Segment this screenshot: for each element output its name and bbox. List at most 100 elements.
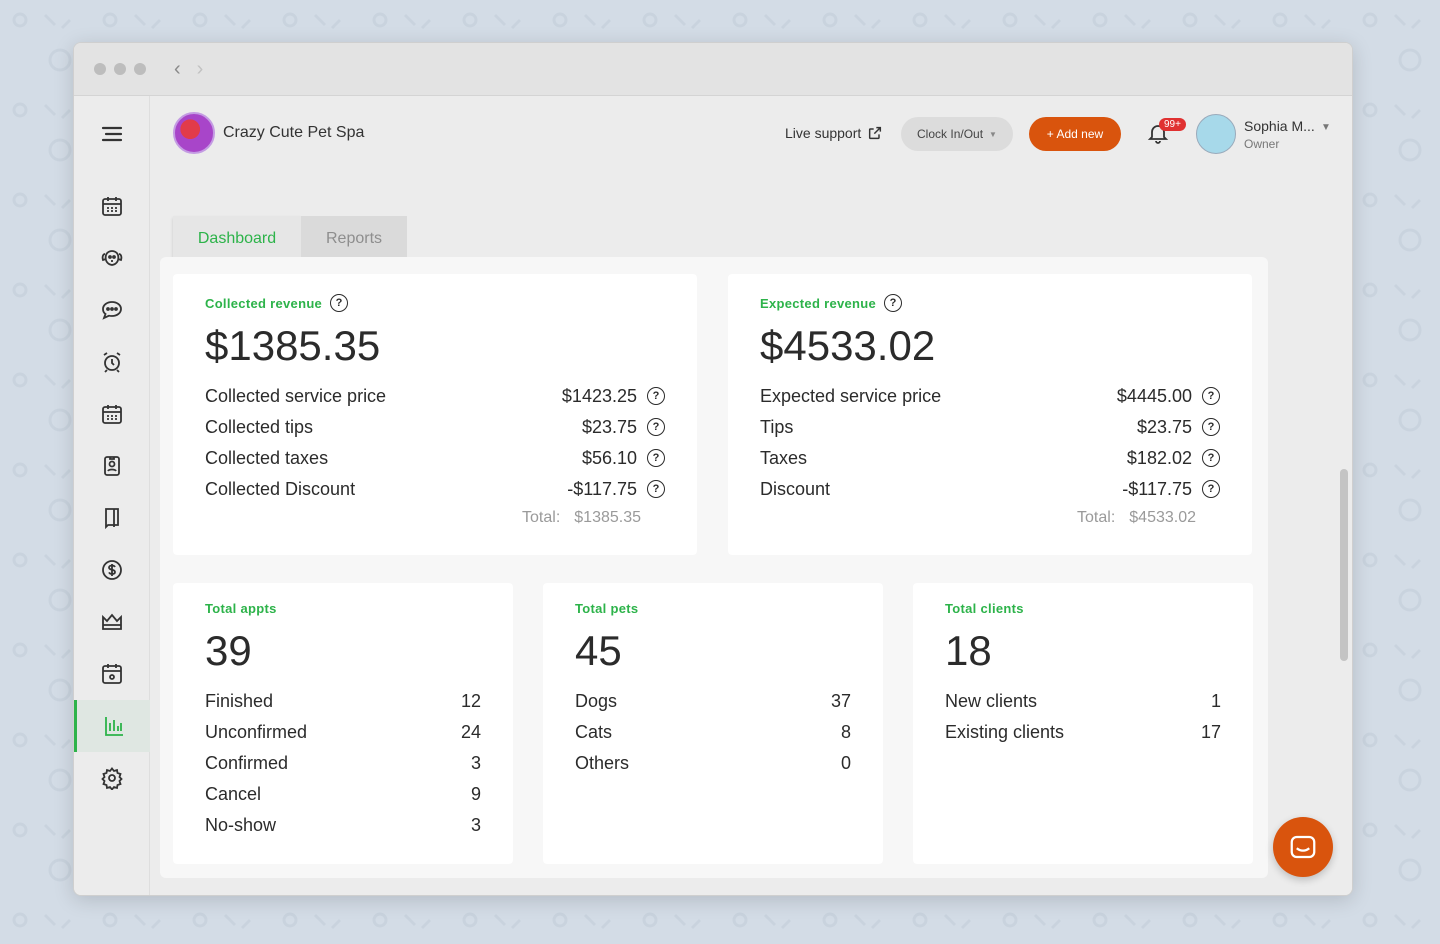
dog-icon[interactable]	[74, 232, 150, 284]
external-link-icon	[869, 126, 882, 140]
calendar-icon[interactable]	[74, 180, 150, 232]
help-icon[interactable]: ?	[1202, 387, 1220, 405]
list-item: Collected Discount -$117.75?	[205, 477, 665, 501]
chat-icon[interactable]	[74, 284, 150, 336]
list-item: Expected service price $4445.00?	[760, 384, 1220, 408]
help-icon[interactable]: ?	[647, 449, 665, 467]
list-item: Discount -$117.75?	[760, 477, 1220, 501]
gear-icon[interactable]	[74, 752, 150, 804]
row-value: $4445.00	[1116, 385, 1192, 406]
contact-card-icon[interactable]	[74, 440, 150, 492]
row-label: Collected taxes	[205, 447, 329, 468]
avatar[interactable]	[1196, 114, 1236, 154]
dollar-icon[interactable]	[74, 544, 150, 596]
row-label: Cats	[575, 721, 613, 742]
row-value: $1423.25	[561, 385, 637, 406]
row-value: -$117.75	[1122, 478, 1192, 499]
user-menu-caret-icon[interactable]: ▼	[1321, 122, 1331, 133]
list-item: Unconfirmed 24	[205, 720, 481, 744]
help-icon[interactable]: ?	[647, 418, 665, 436]
list-item: Collected taxes $56.10?	[205, 446, 665, 470]
card-title: Collected revenue ?	[205, 294, 349, 312]
total-pets-count: 45	[575, 627, 622, 674]
help-icon[interactable]: ?	[330, 294, 349, 312]
help-icon[interactable]: ?	[884, 294, 903, 312]
help-icon[interactable]: ?	[1202, 480, 1220, 498]
back-arrow-icon[interactable]: ‹	[174, 58, 181, 80]
help-icon[interactable]: ?	[1202, 449, 1220, 467]
total-appts-count: 39	[205, 627, 252, 674]
crown-icon[interactable]	[74, 596, 150, 648]
tab-dashboard[interactable]: Dashboard	[173, 216, 301, 262]
calendar-star-icon[interactable]	[74, 648, 150, 700]
help-icon[interactable]: ?	[647, 387, 665, 405]
help-icon[interactable]: ?	[647, 480, 665, 498]
menu-icon[interactable]	[74, 108, 150, 160]
support-chat-button[interactable]	[1273, 817, 1333, 877]
list-item: Existing clients 17	[945, 720, 1221, 744]
tab-reports[interactable]: Reports	[301, 216, 407, 262]
nav-arrows: ‹ ›	[174, 58, 203, 80]
clock-in-out-label: Clock In/Out	[917, 127, 984, 141]
row-label: No-show	[205, 814, 277, 835]
list-item: Others 0	[575, 751, 851, 775]
row-value: 8	[840, 721, 851, 742]
row-label: Finished	[205, 690, 274, 711]
row-value: $182.02	[1126, 447, 1192, 468]
row-label: Others	[575, 752, 630, 773]
row-value: 3	[470, 752, 481, 773]
alarm-clock-icon[interactable]	[74, 336, 150, 388]
chat-bubble-icon	[1290, 835, 1316, 859]
collected-total: Total: $1385.35	[522, 509, 641, 527]
row-label: Collected tips	[205, 416, 314, 437]
expected-revenue-amount: $4533.02	[760, 322, 936, 369]
row-label: Existing clients	[945, 721, 1065, 742]
total-appts-title: Total appts	[205, 601, 277, 616]
clock-in-out-button[interactable]: Clock In/Out ▼	[901, 117, 1013, 151]
close-window-button[interactable]	[94, 63, 106, 75]
chart-icon[interactable]	[74, 700, 150, 752]
list-item: Confirmed 3	[205, 751, 481, 775]
expected-revenue-card: Expected revenue ? $4533.02 Expected ser…	[728, 274, 1252, 555]
total-clients-count: 18	[945, 627, 992, 674]
business-name: Crazy Cute Pet Spa	[223, 124, 365, 141]
total-pets-title: Total pets	[575, 601, 639, 616]
row-value: $56.10	[581, 447, 637, 468]
row-value: 12	[460, 690, 481, 711]
row-value: 9	[470, 783, 481, 804]
live-support-link[interactable]: Live support	[785, 125, 883, 141]
list-item: Taxes $182.02?	[760, 446, 1220, 470]
live-support-label: Live support	[785, 125, 862, 141]
row-value: 0	[840, 752, 851, 773]
help-icon[interactable]: ?	[1202, 418, 1220, 436]
row-label: Cancel	[205, 783, 262, 804]
row-label: Tips	[760, 416, 794, 437]
collected-revenue-card: Collected revenue ? $1385.35 Collected s…	[173, 274, 697, 555]
user-name[interactable]: Sophia M...	[1244, 118, 1315, 134]
row-label: Confirmed	[205, 752, 289, 773]
total-clients-title: Total clients	[945, 601, 1024, 616]
list-item: New clients 1	[945, 689, 1221, 713]
booklet-icon[interactable]	[74, 492, 150, 544]
row-label: Collected service price	[205, 385, 387, 406]
collected-revenue-amount: $1385.35	[205, 322, 381, 369]
row-label: New clients	[945, 690, 1038, 711]
row-label: Unconfirmed	[205, 721, 308, 742]
list-item: Dogs 37	[575, 689, 851, 713]
list-item: Tips $23.75?	[760, 415, 1220, 439]
titlebar: ‹ ›	[74, 43, 1352, 96]
scrollbar-thumb[interactable]	[1340, 469, 1348, 661]
sidebar	[74, 96, 150, 895]
maximize-window-button[interactable]	[134, 63, 146, 75]
row-value: 1	[1210, 690, 1221, 711]
minimize-window-button[interactable]	[114, 63, 126, 75]
add-new-button[interactable]: + Add new	[1029, 117, 1121, 151]
list-item: No-show 3	[205, 813, 481, 837]
schedule-icon[interactable]	[74, 388, 150, 440]
list-item: Collected service price $1423.25?	[205, 384, 665, 408]
row-label: Collected Discount	[205, 478, 356, 499]
list-item: Collected tips $23.75?	[205, 415, 665, 439]
scrollbar[interactable]	[1340, 301, 1348, 895]
total-value: $1385.35	[574, 509, 641, 526]
forward-arrow-icon[interactable]: ›	[197, 58, 204, 80]
